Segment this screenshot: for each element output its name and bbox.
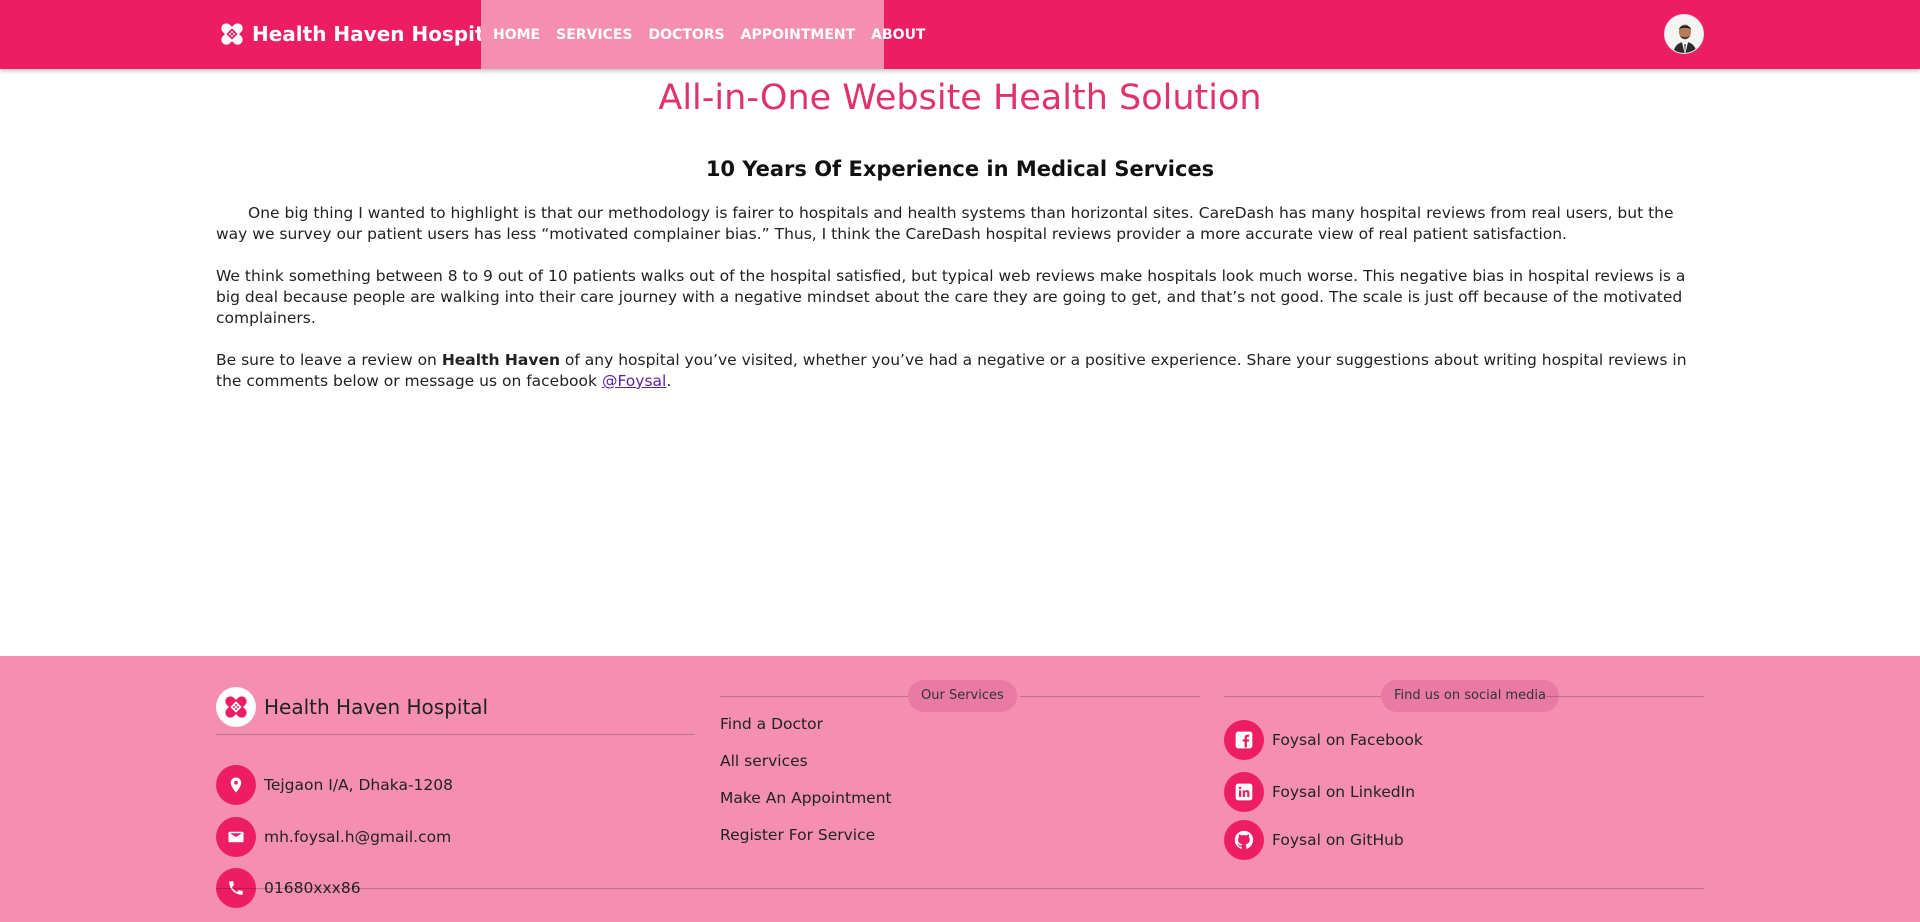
footer-bottom-divider bbox=[216, 888, 1704, 889]
nav-home[interactable]: HOME bbox=[493, 27, 540, 43]
nav-about[interactable]: ABOUT bbox=[871, 27, 925, 43]
social-github[interactable]: Foysal on GitHub bbox=[1224, 820, 1404, 860]
github-icon bbox=[1224, 820, 1264, 860]
nav-appointment[interactable]: APPOINTMENT bbox=[741, 27, 856, 43]
nav-menu: HOME SERVICES DOCTORS APPOINTMENT ABOUT bbox=[481, 0, 925, 69]
service-link-find-doctor[interactable]: Find a Doctor bbox=[720, 715, 823, 733]
social-facebook[interactable]: Foysal on Facebook bbox=[1224, 720, 1423, 760]
paragraph-1: One big thing I wanted to highlight is t… bbox=[216, 204, 1674, 243]
address-text: Tejgaon I/A, Dhaka-1208 bbox=[264, 776, 453, 794]
facebook-handle-link[interactable]: @Foysal bbox=[602, 372, 666, 390]
p3-text-end: . bbox=[666, 372, 672, 390]
footer-logo bbox=[216, 687, 256, 727]
contact-email: mh.foysal.h@gmail.com bbox=[216, 817, 451, 857]
footer: Health Haven Hospital Tejgaon I/A, Dhaka… bbox=[0, 656, 1920, 922]
email-text: mh.foysal.h@gmail.com bbox=[264, 828, 452, 846]
p3-text-start: Be sure to leave a review on bbox=[216, 351, 442, 369]
article-content: One big thing I wanted to highlight is t… bbox=[216, 203, 1706, 413]
brand-name: Health Haven Hospital bbox=[252, 22, 505, 46]
avatar[interactable] bbox=[1664, 14, 1704, 54]
paragraph-2: We think something between 8 to 9 out of… bbox=[216, 267, 1686, 327]
divider-line bbox=[720, 696, 910, 697]
bandage-logo-icon bbox=[221, 23, 243, 45]
service-link-all-services[interactable]: All services bbox=[720, 752, 808, 770]
facebook-icon bbox=[1224, 720, 1264, 760]
footer-brand-name: Health Haven Hospital bbox=[264, 695, 489, 719]
bandage-logo-icon bbox=[225, 696, 247, 718]
social-heading-row: Find us on social media bbox=[1224, 680, 1704, 712]
social-heading: Find us on social media bbox=[1381, 680, 1559, 712]
services-heading: Our Services bbox=[908, 680, 1017, 712]
location-icon bbox=[216, 765, 256, 805]
service-link-register[interactable]: Register For Service bbox=[720, 826, 875, 844]
linkedin-icon bbox=[1224, 772, 1264, 812]
divider-line bbox=[1224, 696, 1382, 697]
paragraph-3: Be sure to leave a review on Health Have… bbox=[216, 350, 1706, 392]
service-link-make-appointment[interactable]: Make An Appointment bbox=[720, 789, 892, 807]
footer-brand-divider bbox=[216, 734, 695, 735]
social-linkedin[interactable]: Foysal on LinkedIn bbox=[1224, 772, 1415, 812]
github-label: Foysal on GitHub bbox=[1272, 831, 1404, 849]
services-heading-row: Our Services bbox=[720, 680, 1200, 712]
divider-line bbox=[1546, 696, 1704, 697]
divider-line bbox=[1020, 696, 1200, 697]
nav-doctors[interactable]: DOCTORS bbox=[649, 27, 725, 43]
footer-contact-column: Health Haven Hospital Tejgaon I/A, Dhaka… bbox=[216, 687, 695, 908]
navbar: Health Haven Hospital HOME SERVICES DOCT… bbox=[0, 0, 1920, 69]
contact-address: Tejgaon I/A, Dhaka-1208 bbox=[216, 765, 453, 805]
page-title: All-in-One Website Health Solution bbox=[658, 78, 1262, 118]
linkedin-label: Foysal on LinkedIn bbox=[1272, 783, 1416, 801]
facebook-label: Foysal on Facebook bbox=[1272, 731, 1423, 749]
footer-services-column: Our Services Find a Doctor All services … bbox=[720, 680, 1200, 844]
footer-social-column: Find us on social media Foysal on Facebo… bbox=[1224, 680, 1704, 860]
nav-services[interactable]: SERVICES bbox=[556, 27, 632, 43]
p3-bold-brand: Health Haven bbox=[441, 351, 560, 369]
email-icon bbox=[216, 817, 256, 857]
user-avatar-icon bbox=[1665, 15, 1703, 53]
page-subtitle: 10 Years Of Experience in Medical Servic… bbox=[705, 157, 1215, 181]
brand[interactable]: Health Haven Hospital bbox=[216, 17, 505, 51]
footer-brand-row: Health Haven Hospital bbox=[216, 687, 695, 727]
